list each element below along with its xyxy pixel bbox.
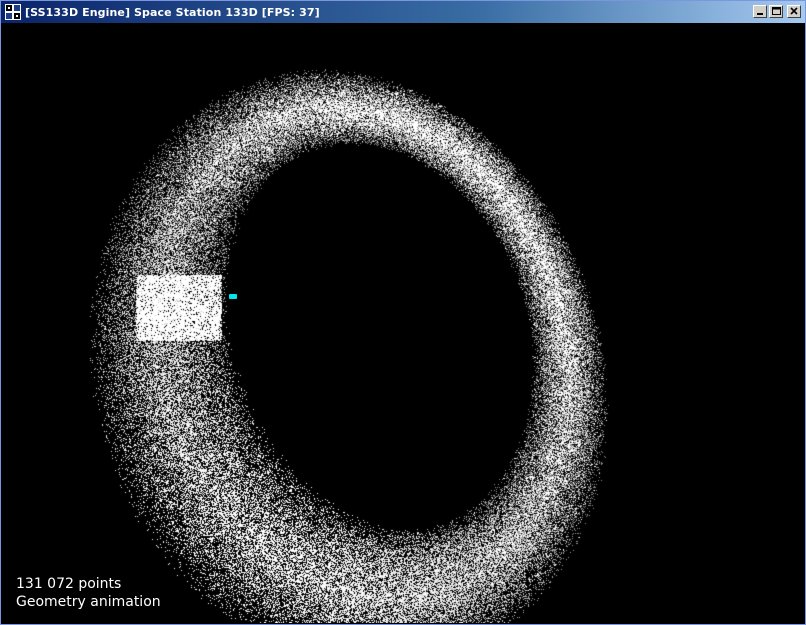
point-cloud-torus — [4, 23, 804, 623]
close-button[interactable] — [787, 5, 801, 18]
minimize-button[interactable] — [753, 5, 767, 18]
render-viewport[interactable]: 131 072 points Geometry animation — [4, 23, 804, 623]
minimize-icon — [757, 13, 763, 15]
close-icon — [790, 7, 798, 15]
cyan-marker — [229, 294, 237, 299]
stats-overlay: 131 072 points Geometry animation — [16, 575, 161, 611]
maximize-button[interactable] — [769, 5, 783, 18]
animation-mode-label: Geometry animation — [16, 594, 161, 610]
title-bar[interactable]: [SS133D Engine] Space Station 133D [FPS:… — [1, 1, 805, 23]
maximize-icon — [772, 7, 781, 15]
window-controls — [753, 5, 801, 18]
app-icon[interactable] — [5, 4, 21, 20]
point-count-label: 131 072 points — [16, 576, 122, 592]
app-window: [SS133D Engine] Space Station 133D [FPS:… — [0, 0, 806, 625]
window-title: [SS133D Engine] Space Station 133D [FPS:… — [25, 5, 320, 19]
